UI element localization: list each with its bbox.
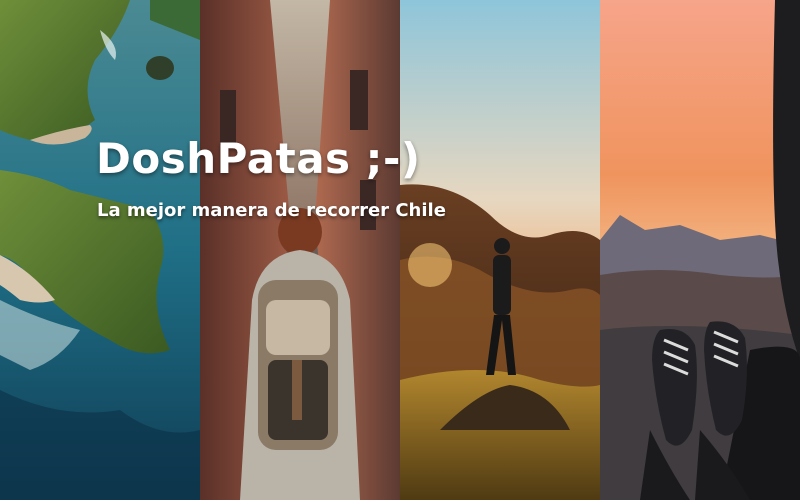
site-title: DoshPatas ;-) [96,134,421,183]
backpacker-alley-photo [200,0,400,500]
site-tagline: La mejor manera de recorrer Chile [97,200,446,221]
coastal-cliffs-photo [0,0,200,500]
sneakers-sunset-view-photo [600,0,800,500]
hero-banner: DoshPatas ;-) La mejor manera de recorre… [0,0,800,500]
mountain-hiker-sunset-photo [400,0,600,500]
